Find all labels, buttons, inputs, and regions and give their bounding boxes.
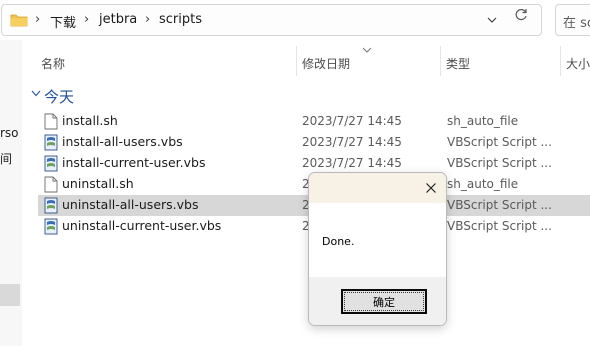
search-placeholder: 在 sc [563, 16, 590, 31]
file-name: uninstall.sh [62, 176, 134, 191]
column-header-type[interactable]: 类型 [446, 55, 470, 72]
column-header-name[interactable]: 名称 [41, 55, 65, 72]
breadcrumb-downloads[interactable]: 下载 [50, 12, 76, 31]
vbscript-icon [44, 197, 58, 214]
breadcrumb-separator: › [84, 12, 90, 27]
file-name: install-all-users.vbs [62, 134, 183, 149]
file-date: 2023/7/27 14:45 [302, 114, 402, 128]
dialog-titlebar[interactable] [309, 173, 446, 203]
refresh-icon[interactable] [514, 8, 528, 22]
chevron-down-icon[interactable] [486, 14, 498, 26]
file-date: 2023/7/27 14:45 [302, 135, 402, 149]
message-dialog: Done. 确定 [308, 172, 447, 326]
ok-button-label: 确定 [373, 296, 395, 309]
nav-item-fragment[interactable]: rso [0, 126, 19, 140]
document-icon [44, 113, 58, 130]
breadcrumb-separator: › [35, 12, 41, 27]
dialog-footer: 确定 [309, 277, 446, 325]
file-type: sh_auto_file [447, 114, 519, 128]
address-bar: › 下载 › jetbra › scripts 在 sc [0, 0, 590, 40]
nav-item-fragment[interactable]: 间 [0, 150, 12, 167]
file-row[interactable]: install.sh 2023/7/27 14:45 sh_auto_file [38, 111, 590, 132]
file-row[interactable]: install-current-user.vbs 2023/7/27 14:45… [38, 153, 590, 174]
navigation-pane: rso 间 [0, 40, 22, 346]
file-name: uninstall-current-user.vbs [62, 218, 222, 233]
breadcrumb-jetbra[interactable]: jetbra [99, 12, 137, 27]
column-divider[interactable] [440, 46, 441, 76]
file-type: VBScript Script ... [447, 219, 552, 233]
vbscript-icon [44, 134, 58, 151]
file-name: uninstall-all-users.vbs [62, 197, 199, 212]
file-name: install.sh [62, 113, 118, 128]
nav-item-selected[interactable] [0, 284, 20, 306]
vbscript-icon [44, 218, 58, 235]
breadcrumb-separator: › [145, 12, 151, 27]
chevron-down-icon[interactable] [31, 90, 41, 97]
column-divider[interactable] [560, 46, 561, 76]
file-type: VBScript Script ... [447, 156, 552, 170]
column-header-size[interactable]: 大小 [566, 55, 590, 72]
close-icon[interactable] [423, 180, 439, 196]
search-input[interactable]: 在 sc [555, 4, 590, 36]
file-type: VBScript Script ... [447, 135, 552, 149]
file-type: VBScript Script ... [447, 198, 552, 212]
file-row[interactable]: install-all-users.vbs 2023/7/27 14:45 VB… [38, 132, 590, 153]
sort-chevron-icon [362, 47, 372, 53]
file-name: install-current-user.vbs [62, 155, 206, 170]
group-header-today[interactable]: 今天 [44, 86, 74, 107]
dialog-message: Done. [322, 235, 355, 248]
file-date: 2023/7/27 14:45 [302, 156, 402, 170]
column-header-date-modified[interactable]: 修改日期 [302, 55, 350, 72]
ok-button[interactable]: 确定 [341, 289, 427, 314]
column-divider[interactable] [296, 46, 297, 76]
document-icon [44, 176, 58, 193]
folder-icon [10, 14, 28, 27]
file-type: sh_auto_file [447, 177, 519, 191]
address-box[interactable]: › 下载 › jetbra › scripts [1, 4, 542, 36]
breadcrumb-scripts[interactable]: scripts [159, 12, 202, 27]
vbscript-icon [44, 155, 58, 172]
